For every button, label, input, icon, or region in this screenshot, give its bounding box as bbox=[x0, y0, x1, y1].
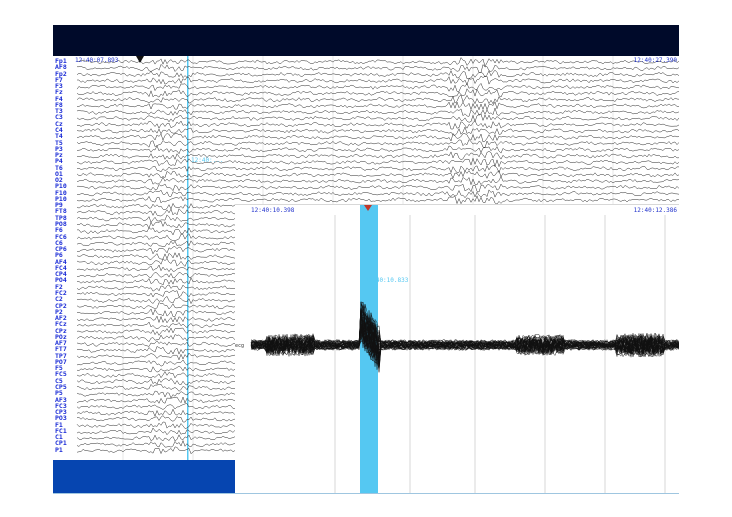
eeg-trace bbox=[76, 439, 236, 448]
eeg-trace bbox=[76, 195, 679, 205]
zoom-trace bbox=[250, 307, 679, 371]
zoom-trace bbox=[250, 311, 679, 358]
zoom-traces bbox=[250, 205, 679, 494]
eeg-trace bbox=[76, 383, 236, 392]
eeg-trace bbox=[76, 69, 679, 79]
eeg-trace bbox=[76, 390, 236, 399]
eeg-trace bbox=[76, 126, 679, 136]
eeg-trace bbox=[76, 113, 679, 123]
eeg-trace bbox=[76, 252, 236, 260]
eeg-trace bbox=[76, 446, 236, 455]
eeg-trace bbox=[76, 82, 679, 92]
eeg-trace bbox=[76, 246, 236, 255]
zoom-trace bbox=[250, 313, 679, 358]
eeg-trace bbox=[76, 327, 236, 336]
bottom-divider bbox=[53, 493, 679, 494]
end-time-label: 12:40:27.390 bbox=[633, 57, 677, 64]
eeg-trace bbox=[76, 427, 236, 436]
eeg-trace bbox=[76, 107, 679, 117]
eeg-trace bbox=[76, 396, 236, 404]
eeg-trace bbox=[76, 371, 236, 379]
eeg-trace bbox=[76, 151, 679, 160]
eeg-trace bbox=[76, 415, 236, 423]
eeg-trace bbox=[76, 133, 679, 143]
start-time-label: 12:40:07.893 bbox=[75, 57, 119, 64]
channel-scroll-bar[interactable] bbox=[53, 460, 235, 493]
zoom-trace bbox=[250, 307, 679, 359]
eeg-trace bbox=[76, 315, 236, 324]
zoom-trace bbox=[250, 303, 679, 361]
eeg-trace bbox=[76, 264, 236, 273]
eeg-trace bbox=[76, 139, 679, 149]
eeg-trace bbox=[76, 296, 236, 305]
eeg-trace bbox=[76, 208, 236, 217]
zoom-trace bbox=[250, 302, 679, 363]
eeg-trace bbox=[76, 145, 679, 155]
eeg-trace bbox=[76, 302, 236, 310]
zoom-trace bbox=[250, 313, 679, 365]
eeg-trace bbox=[76, 434, 236, 442]
eeg-trace bbox=[76, 214, 236, 223]
eeg-trace bbox=[76, 403, 236, 410]
eeg-trace bbox=[76, 189, 679, 199]
zoom-trace bbox=[250, 321, 679, 357]
eeg-trace bbox=[76, 94, 679, 105]
zoom-trace bbox=[250, 314, 679, 364]
zoom-trace bbox=[250, 313, 679, 362]
zoom-end-time: 12:40:12.386 bbox=[633, 207, 677, 214]
zoom-start-time: 12:40:10.398 bbox=[251, 207, 295, 214]
ecg-label: ecg bbox=[235, 343, 245, 349]
eeg-trace bbox=[76, 408, 236, 417]
header-bar bbox=[53, 25, 679, 56]
eeg-trace bbox=[77, 101, 679, 111]
eeg-trace bbox=[76, 290, 236, 298]
eeg-trace bbox=[76, 346, 236, 355]
eeg-trace bbox=[76, 170, 679, 179]
eeg-trace bbox=[76, 340, 236, 347]
eeg-trace bbox=[76, 308, 236, 317]
event-marker-icon[interactable] bbox=[136, 56, 144, 63]
eeg-trace bbox=[76, 202, 236, 211]
eeg-trace bbox=[76, 157, 679, 168]
zoom-marker-icon[interactable] bbox=[364, 205, 372, 211]
eeg-trace bbox=[77, 63, 679, 73]
eeg-trace bbox=[76, 321, 236, 329]
eeg-trace bbox=[76, 272, 236, 279]
eeg-trace bbox=[76, 258, 236, 267]
zoom-trace bbox=[250, 314, 679, 359]
eeg-trace bbox=[76, 421, 236, 429]
eeg-trace bbox=[76, 240, 236, 247]
zoom-trace bbox=[250, 315, 679, 363]
eeg-trace bbox=[76, 277, 236, 286]
zoom-overlay-view[interactable]: 12:40:10.398 12:40:12.386 12:40:10.833 bbox=[235, 204, 679, 494]
eeg-trace bbox=[76, 120, 679, 130]
eeg-trace bbox=[76, 365, 236, 373]
eeg-trace bbox=[76, 284, 236, 292]
eeg-trace bbox=[76, 88, 679, 98]
cursor-time-label: 12:40:... bbox=[191, 157, 224, 164]
eeg-trace bbox=[77, 183, 679, 193]
eeg-trace bbox=[76, 359, 236, 367]
zoom-peak-label: 12:40:10.833 bbox=[365, 277, 409, 284]
eeg-trace bbox=[76, 220, 236, 229]
eeg-trace bbox=[77, 75, 679, 86]
eeg-trace bbox=[76, 175, 679, 186]
channel-label: P1 bbox=[55, 445, 63, 454]
eeg-trace bbox=[76, 334, 236, 343]
eeg-trace bbox=[77, 227, 236, 236]
zoom-trace bbox=[250, 303, 679, 366]
eeg-trace bbox=[76, 378, 236, 386]
eeg-trace bbox=[76, 233, 236, 241]
zoom-trace bbox=[250, 319, 679, 357]
eeg-trace bbox=[76, 352, 236, 361]
